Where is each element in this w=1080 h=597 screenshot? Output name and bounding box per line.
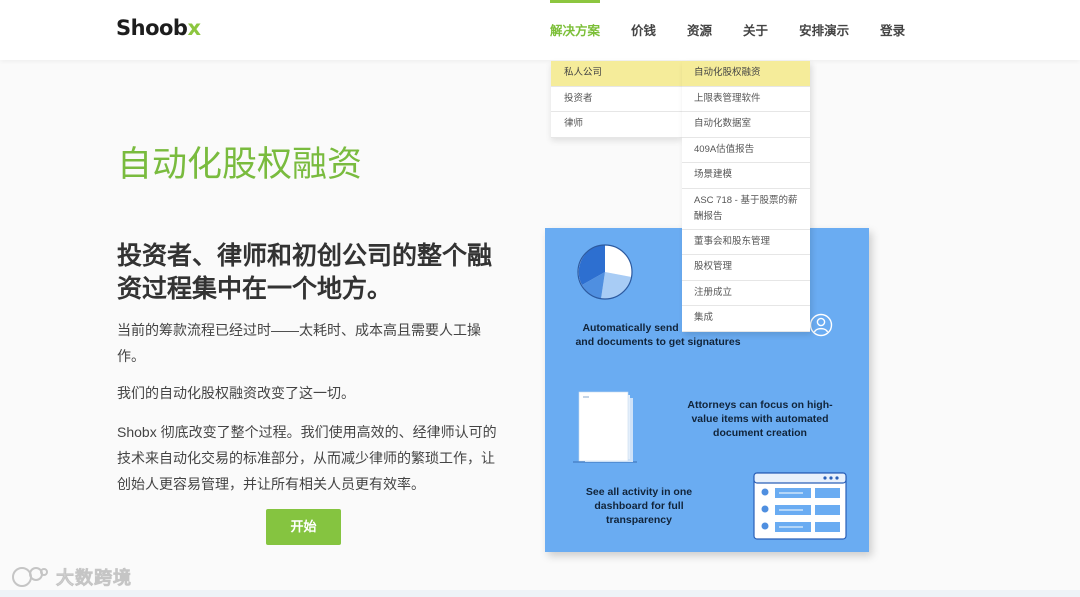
hero-title: 自动化股权融资 <box>117 145 363 184</box>
menu-item-asc718[interactable]: ASC 718 - 基于股票的薪酬报告 <box>682 189 810 230</box>
menu-item-scenario-modeling[interactable]: 场景建模 <box>682 163 810 189</box>
document-stack-icon <box>573 391 637 463</box>
shoobx-logo[interactable]: Shoobx <box>116 16 201 40</box>
dashboard-icon <box>753 472 847 540</box>
solutions-menu-audience: 私人公司 投资者 律师 <box>551 61 682 138</box>
start-button[interactable]: 开始 <box>266 509 341 545</box>
nav-login[interactable]: 登录 <box>880 0 905 60</box>
menu-item-board-shareholders[interactable]: 董事会和股东管理 <box>682 230 810 255</box>
intro-paragraph-1: 当前的筹款流程已经过时——太耗时、成本高且需要人工操作。 <box>117 322 481 364</box>
solutions-menu-products: 自动化股权融资 上限表管理软件 自动化数据室 409A估值报告 场景建模 ASC… <box>682 61 810 332</box>
watermark: 大数跨境 <box>10 564 132 590</box>
menu-item-data-room[interactable]: 自动化数据室 <box>682 112 810 138</box>
feature-dashboard: See all activity in one dashboard for fu… <box>585 486 693 526</box>
intro-paragraph-2: 我们的自动化股权融资改变了这一切。 <box>117 385 355 401</box>
nav-resources[interactable]: 资源 <box>687 0 712 60</box>
bottom-bar <box>0 590 1080 597</box>
menu-item-cap-table[interactable]: 上限表管理软件 <box>682 87 810 112</box>
site-header: Shoobx 解决方案 价钱 资源 关于 安排演示 登录 <box>0 0 1080 60</box>
pie-chart-icon <box>577 244 633 300</box>
user-icon <box>809 313 833 337</box>
menu-item-integrations[interactable]: 集成 <box>682 306 810 332</box>
nav-about[interactable]: 关于 <box>743 0 768 60</box>
menu-item-equity-financing[interactable]: 自动化股权融资 <box>682 61 810 87</box>
nav-solutions[interactable]: 解决方案 <box>550 0 601 60</box>
hero-subheading: 投资者、律师和初创公司的整个融资过程集中在一个地方。 <box>117 242 493 303</box>
watermark-logo-icon <box>12 567 48 587</box>
nav-pricing[interactable]: 价钱 <box>631 0 656 60</box>
main-nav: 解决方案 价钱 资源 关于 安排演示 登录 <box>550 0 936 60</box>
logo-text: Shoob <box>116 16 188 40</box>
intro-paragraph-3: Shobx 彻底改变了整个过程。我们使用高效的、经律师认可的技术来自动化交易的标… <box>117 424 497 492</box>
feature-attorneys: Attorneys can focus on high-value items … <box>687 399 833 439</box>
menu-item-409a[interactable]: 409A估值报告 <box>682 138 810 163</box>
menu-item-private-companies[interactable]: 私人公司 <box>551 61 682 87</box>
logo-accent: x <box>187 16 201 40</box>
menu-item-equity-management[interactable]: 股权管理 <box>682 255 810 281</box>
menu-item-incorporation[interactable]: 注册成立 <box>682 281 810 306</box>
menu-item-lawyers[interactable]: 律师 <box>551 112 682 138</box>
menu-item-investors[interactable]: 投资者 <box>551 87 682 112</box>
watermark-text: 大数跨境 <box>56 568 132 589</box>
nav-schedule-demo[interactable]: 安排演示 <box>799 0 849 60</box>
